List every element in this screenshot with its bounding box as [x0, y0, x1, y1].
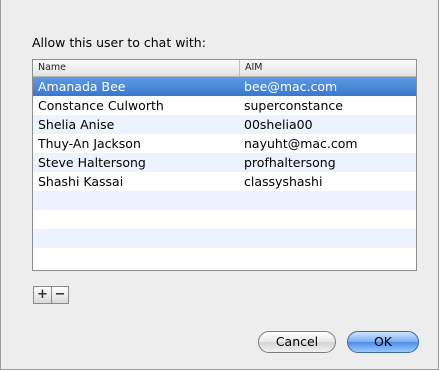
table-row[interactable]: Shashi Kassai classyshashi — [33, 172, 416, 191]
row-aim: superconstance — [244, 98, 343, 113]
add-button[interactable]: + — [34, 287, 51, 303]
row-name: Amanada Bee — [38, 79, 126, 94]
column-header-aim[interactable]: AIM — [240, 60, 416, 76]
empty-row — [33, 210, 416, 229]
empty-row — [33, 248, 416, 267]
row-aim: bee@mac.com — [244, 79, 338, 94]
add-remove-control: + − — [33, 286, 69, 304]
table-row[interactable]: Constance Culworth superconstance — [33, 96, 416, 115]
row-name: Shashi Kassai — [38, 174, 124, 189]
row-aim: 00shelia00 — [244, 117, 313, 132]
row-name: Constance Culworth — [38, 98, 164, 113]
user-table[interactable]: Name AIM Amanada Bee bee@mac.com Constan… — [32, 59, 417, 271]
table-row[interactable]: Amanada Bee bee@mac.com — [33, 77, 416, 96]
table-row[interactable]: Steve Haltersong profhaltersong — [33, 153, 416, 172]
remove-button[interactable]: − — [51, 287, 68, 303]
empty-row — [33, 229, 416, 248]
table-header: Name AIM — [33, 60, 416, 77]
row-aim: profhaltersong — [244, 155, 336, 170]
table-rows: Amanada Bee bee@mac.com Constance Culwor… — [33, 77, 416, 267]
prompt-label: Allow this user to chat with: — [32, 35, 206, 50]
row-name: Shelia Anise — [38, 117, 115, 132]
row-aim: nayuht@mac.com — [244, 136, 358, 151]
row-name: Thuy-An Jackson — [38, 136, 141, 151]
row-aim: classyshashi — [244, 174, 323, 189]
cancel-button[interactable]: Cancel — [258, 331, 336, 353]
empty-row — [33, 191, 416, 210]
column-header-name[interactable]: Name — [33, 60, 240, 76]
table-row[interactable]: Shelia Anise 00shelia00 — [33, 115, 416, 134]
row-name: Steve Haltersong — [38, 155, 146, 170]
ok-button[interactable]: OK — [347, 331, 419, 353]
chat-permissions-sheet: Allow this user to chat with: Name AIM A… — [0, 0, 439, 370]
table-row[interactable]: Thuy-An Jackson nayuht@mac.com — [33, 134, 416, 153]
